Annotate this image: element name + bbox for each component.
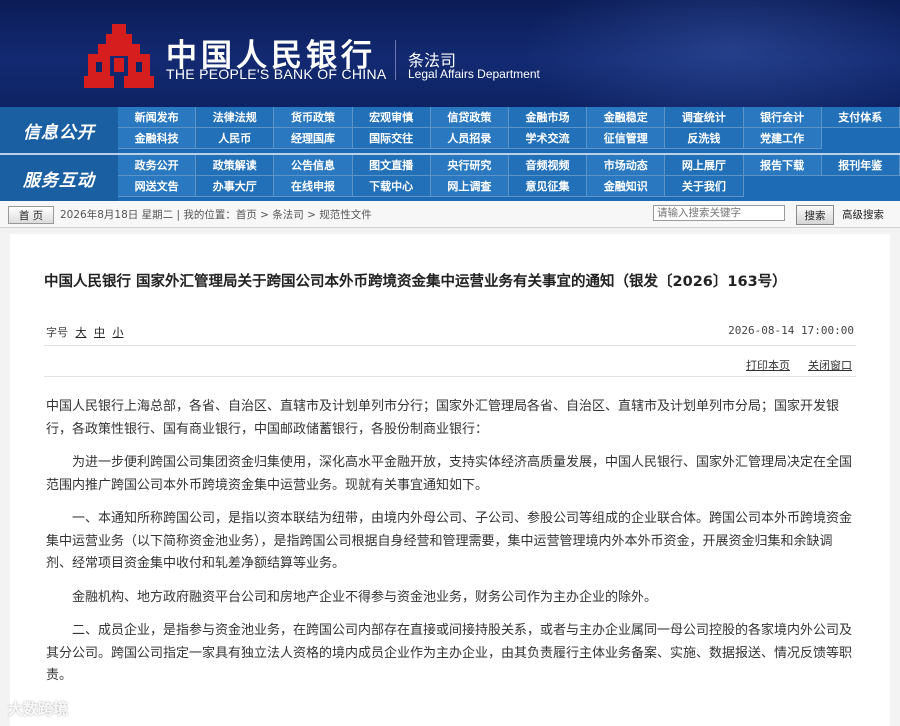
nav-item[interactable]: 调查统计: [665, 107, 744, 128]
nav-item[interactable]: 法律法规: [196, 107, 275, 128]
nav-item[interactable]: 反洗钱: [665, 128, 744, 149]
nav-item[interactable]: 金融市场: [508, 107, 588, 128]
font-size-medium[interactable]: 中: [94, 326, 105, 339]
nav-item[interactable]: 央行研究: [430, 155, 509, 176]
nav-grid-info: 新闻发布 法律法规 货币政策 宏观审慎 信贷政策 金融市场 金融稳定 调查统计 银行会计 支付体系…: [118, 107, 900, 149]
search-input[interactable]: [653, 205, 785, 221]
nav-item[interactable]: 经理国库: [274, 128, 353, 149]
nav-item[interactable]: 报告下载: [743, 155, 822, 176]
pboc-logo-icon[interactable]: [84, 24, 154, 88]
nav-section-service: 服务互动: [0, 155, 118, 201]
nav-item[interactable]: 网上展厅: [665, 155, 744, 176]
meta-divider: [44, 345, 856, 346]
nav-item[interactable]: 音频视频: [508, 155, 588, 176]
paragraph: 金融机构、地方政府融资平台公司和房地产企业不得参与资金池业务，财务公司作为主办企…: [72, 589, 658, 605]
breadcrumb: 2026年8月18日 星期二 | 我的位置：首页 > 条法司 > 规范性文件: [60, 209, 372, 221]
paragraph: 为进一步便利跨国公司集团资金归集使用，深化高水平金融开放，支持实体经济高质量发展…: [46, 455, 853, 493]
breadcrumb-bar: 首 页 2026年8月18日 星期二 | 我的位置：首页 > 条法司 > 规范性…: [0, 201, 900, 228]
nav-item[interactable]: 货币政策: [274, 107, 353, 128]
paragraph: 二、成员企业，是指参与资金池业务，在跨国公司内部存在直接或间接持股关系，或者与主…: [46, 623, 853, 683]
nav-item[interactable]: 下载中心: [352, 176, 431, 197]
nav-grid-service: 政务公开 政策解读 公告信息 图文直播 央行研究 音频视频 市场动态 网上展厅 报告下载 报刊年鉴…: [118, 155, 900, 197]
nav-item[interactable]: 国际交往: [352, 128, 431, 149]
article-container: 中国人民银行 国家外汇管理局关于跨国公司本外币跨境资金集中运营业务有关事宜的通知…: [10, 234, 890, 726]
main-navigation: 信息公开 新闻发布 法律法规 货币政策 宏观审慎 信贷政策 金融市场 金融稳定 调查统计 银行会…: [0, 107, 900, 201]
search-button[interactable]: 搜索: [796, 205, 834, 225]
font-size-small[interactable]: 小: [113, 326, 124, 339]
paragraph-addressee: 中国人民银行上海总部，各省、自治区、直辖市及计划单列市分行；国家外汇管理局各省、…: [46, 399, 840, 437]
paragraph: 一、本通知所称跨国公司，是指以资本联结为纽带，由境内外母公司、子公司、参股公司等…: [46, 511, 853, 571]
nav-section-info-open: 信息公开: [0, 107, 118, 153]
header-divider: [395, 40, 396, 80]
bank-name-en[interactable]: THE PEOPLE'S BANK OF CHINA: [166, 66, 387, 82]
nav-item[interactable]: 办事大厅: [196, 176, 275, 197]
nav-item[interactable]: 图文直播: [352, 155, 431, 176]
nav-item[interactable]: 党建工作: [743, 128, 822, 149]
nav-item[interactable]: 在线申报: [274, 176, 353, 197]
watermark: 大数跨境: [8, 700, 69, 718]
nav-item[interactable]: 征信管理: [587, 128, 666, 149]
header-glow: [520, 0, 900, 107]
nav-item[interactable]: 市场动态: [587, 155, 666, 176]
nav-item[interactable]: 金融稳定: [587, 107, 666, 128]
nav-item[interactable]: 新闻发布: [118, 107, 197, 128]
nav-item[interactable]: 宏观审慎: [352, 107, 431, 128]
nav-item[interactable]: 学术交流: [508, 128, 588, 149]
advanced-search-link[interactable]: 高级搜索: [842, 207, 884, 222]
nav-item[interactable]: 意见征集: [508, 176, 588, 197]
nav-item[interactable]: 网送文告: [118, 176, 197, 197]
department-name-en[interactable]: Legal Affairs Department: [408, 67, 540, 81]
site-header: 中国人民银行 THE PEOPLE'S BANK OF CHINA 条法司 Le…: [0, 0, 900, 107]
nav-item[interactable]: 政策解读: [196, 155, 275, 176]
nav-item[interactable]: 网上调查: [430, 176, 509, 197]
font-size-label: 字号: [46, 326, 68, 339]
article-title: 中国人民银行 国家外汇管理局关于跨国公司本外币跨境资金集中运营业务有关事宜的通知…: [44, 274, 787, 290]
meta-divider-2: [44, 376, 856, 377]
nav-item[interactable]: 金融科技: [118, 128, 197, 149]
publish-date: 2026-08-14 17:00:00: [728, 324, 854, 337]
nav-item[interactable]: 银行会计: [743, 107, 822, 128]
nav-item[interactable]: 信贷政策: [430, 107, 509, 128]
nav-item[interactable]: 公告信息: [274, 155, 353, 176]
nav-item[interactable]: 支付体系: [821, 107, 900, 128]
nav-item[interactable]: 金融知识: [587, 176, 666, 197]
nav-item[interactable]: 关于我们: [665, 176, 744, 197]
nav-item[interactable]: 人员招录: [430, 128, 509, 149]
article-body: 中国人民银行上海总部，各省、自治区、直辖市及计划单列市分行；国家外汇管理局各省、…: [46, 396, 854, 699]
font-size-controls: 字号 大 中 小: [46, 324, 124, 340]
nav-item[interactable]: 人民币: [196, 128, 275, 149]
font-size-large[interactable]: 大: [76, 326, 87, 339]
close-window-link[interactable]: 关闭窗口: [808, 357, 852, 373]
home-button[interactable]: 首 页: [8, 206, 54, 224]
print-link[interactable]: 打印本页: [746, 357, 790, 373]
nav-item[interactable]: 报刊年鉴: [821, 155, 900, 176]
nav-item[interactable]: 政务公开: [118, 155, 197, 176]
